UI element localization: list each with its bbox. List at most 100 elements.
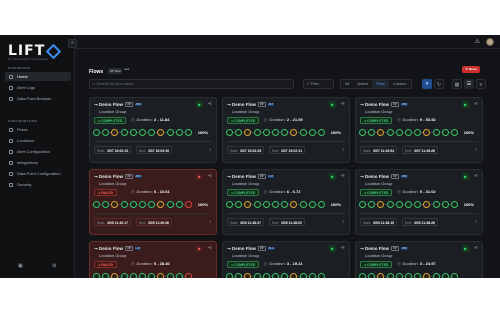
step-node[interactable] bbox=[441, 201, 449, 208]
step-node[interactable] bbox=[148, 129, 156, 136]
open-arrow-icon[interactable]: › bbox=[475, 218, 477, 226]
more-menu-button[interactable]: ••• bbox=[124, 67, 129, 73]
step-node[interactable] bbox=[102, 201, 110, 208]
step-node[interactable] bbox=[93, 129, 100, 136]
step-node[interactable] bbox=[139, 273, 146, 278]
step-node[interactable] bbox=[235, 273, 243, 278]
step-node[interactable] bbox=[166, 129, 174, 136]
share-icon[interactable]: ⋖ bbox=[208, 101, 212, 107]
step-node[interactable] bbox=[395, 201, 403, 208]
step-node[interactable] bbox=[157, 129, 165, 136]
calendar-icon[interactable]: ▾ bbox=[422, 79, 432, 89]
flow-title[interactable]: ⊸ Demo Flow UP LAT bbox=[227, 174, 275, 180]
open-arrow-icon[interactable]: › bbox=[475, 146, 477, 154]
step-node[interactable] bbox=[290, 273, 298, 278]
step-node[interactable] bbox=[299, 273, 307, 278]
step-node[interactable] bbox=[129, 129, 137, 136]
share-icon[interactable]: ⋖ bbox=[208, 173, 212, 179]
step-node[interactable] bbox=[272, 273, 279, 278]
step-node[interactable] bbox=[290, 129, 298, 136]
step-node[interactable] bbox=[318, 273, 325, 278]
step-node[interactable] bbox=[451, 129, 458, 136]
step-node[interactable] bbox=[129, 201, 137, 208]
flow-card[interactable]: ⊸ Demo Flow UP LAT Location Group ▶ ⋖ ● FAILED… bbox=[89, 241, 217, 278]
grid-view-icon[interactable]: ▦ bbox=[452, 79, 462, 89]
sidebar-item-locations[interactable]: Locations bbox=[5, 136, 71, 145]
share-icon[interactable]: ⋖ bbox=[474, 101, 478, 107]
reset-button[interactable]: ↻ Reset bbox=[462, 66, 480, 73]
step-node[interactable] bbox=[226, 273, 233, 278]
segment-custom[interactable]: Custom bbox=[389, 80, 411, 88]
step-node[interactable] bbox=[262, 129, 270, 136]
open-arrow-icon[interactable]: › bbox=[342, 218, 344, 226]
step-node[interactable] bbox=[414, 129, 422, 136]
step-node[interactable] bbox=[414, 201, 422, 208]
run-icon[interactable]: ▶ bbox=[196, 245, 203, 252]
flow-title[interactable]: ⊸ Demo Flow UP LAT bbox=[94, 246, 142, 252]
step-node[interactable] bbox=[244, 273, 252, 278]
flow-card[interactable]: ⊸ Demo Flow UP ABU Location Group ▶ ⋖ ● COMPLE… bbox=[89, 97, 217, 163]
refresh-icon[interactable]: ↻ bbox=[434, 79, 444, 89]
step-node[interactable] bbox=[359, 201, 366, 208]
step-node[interactable] bbox=[395, 129, 403, 136]
open-arrow-icon[interactable]: › bbox=[342, 146, 344, 154]
step-node[interactable] bbox=[318, 129, 325, 136]
flow-card[interactable]: ⊸ Demo Flow UP LAT Location Group ▶ ⋖ ● COMPLE… bbox=[222, 169, 350, 235]
step-node[interactable] bbox=[377, 273, 385, 278]
share-icon[interactable]: ⋖ bbox=[474, 173, 478, 179]
step-node[interactable] bbox=[129, 273, 137, 278]
sidebar-item-alert-configuration[interactable]: Alert Configuration bbox=[5, 147, 71, 156]
step-node[interactable] bbox=[235, 201, 243, 208]
step-node[interactable] bbox=[451, 273, 458, 278]
step-node[interactable] bbox=[386, 201, 394, 208]
step-node[interactable] bbox=[226, 201, 233, 208]
sidebar-item-data-point-configuration[interactable]: Data Point Configuration bbox=[5, 169, 71, 178]
step-node[interactable] bbox=[120, 129, 128, 136]
step-node[interactable] bbox=[262, 273, 270, 278]
step-node[interactable] bbox=[226, 129, 233, 136]
avatar[interactable] bbox=[486, 38, 494, 46]
sidebar-item-data-point-browser[interactable]: Data Point Browser bbox=[5, 94, 71, 103]
flow-title[interactable]: ⊸ Demo Flow UP ABU bbox=[360, 102, 408, 108]
share-icon[interactable]: ⋖ bbox=[208, 245, 212, 251]
step-node[interactable] bbox=[175, 201, 183, 208]
run-icon[interactable]: ▶ bbox=[196, 101, 203, 108]
step-node[interactable] bbox=[405, 129, 412, 136]
share-icon[interactable]: ⋖ bbox=[341, 101, 345, 107]
step-node[interactable] bbox=[308, 273, 316, 278]
step-node[interactable] bbox=[120, 273, 128, 278]
step-node[interactable] bbox=[386, 273, 394, 278]
step-node[interactable] bbox=[102, 129, 110, 136]
step-node[interactable] bbox=[185, 273, 192, 278]
flow-title[interactable]: ⊸ Demo Flow UP NLT bbox=[227, 102, 275, 108]
run-icon[interactable]: ▶ bbox=[462, 173, 469, 180]
step-node[interactable] bbox=[281, 129, 289, 136]
menu-icon[interactable]: ≡ bbox=[476, 79, 486, 89]
step-node[interactable] bbox=[290, 201, 298, 208]
step-node[interactable] bbox=[423, 129, 431, 136]
step-node[interactable] bbox=[185, 201, 192, 208]
flow-card[interactable]: ⊸ Demo Flow UP ABU Location Group ▶ ⋖ ● FAILED… bbox=[89, 169, 217, 235]
step-node[interactable] bbox=[235, 129, 243, 136]
step-node[interactable] bbox=[281, 201, 289, 208]
step-node[interactable] bbox=[120, 201, 128, 208]
open-arrow-icon[interactable]: › bbox=[209, 146, 211, 154]
sidebar-item-alert-logs[interactable]: Alert Logs bbox=[5, 83, 71, 92]
step-node[interactable] bbox=[166, 273, 174, 278]
step-node[interactable] bbox=[441, 129, 449, 136]
step-node[interactable] bbox=[441, 273, 449, 278]
flow-card[interactable]: ⊸ Demo Flow UP ABU Location Group ▶ ⋖ ● COMPLE… bbox=[355, 241, 483, 278]
step-node[interactable] bbox=[377, 129, 385, 136]
step-node[interactable] bbox=[281, 273, 289, 278]
open-arrow-icon[interactable]: › bbox=[209, 218, 211, 226]
step-node[interactable] bbox=[299, 201, 307, 208]
docs-icon[interactable]: ▣ bbox=[18, 263, 23, 269]
step-node[interactable] bbox=[432, 273, 440, 278]
run-icon[interactable]: ▶ bbox=[462, 101, 469, 108]
step-node[interactable] bbox=[111, 273, 119, 278]
warning-icon[interactable]: ⚠ bbox=[475, 38, 480, 45]
step-node[interactable] bbox=[253, 129, 261, 136]
share-icon[interactable]: ⋖ bbox=[341, 173, 345, 179]
step-node[interactable] bbox=[139, 129, 146, 136]
step-node[interactable] bbox=[253, 273, 261, 278]
